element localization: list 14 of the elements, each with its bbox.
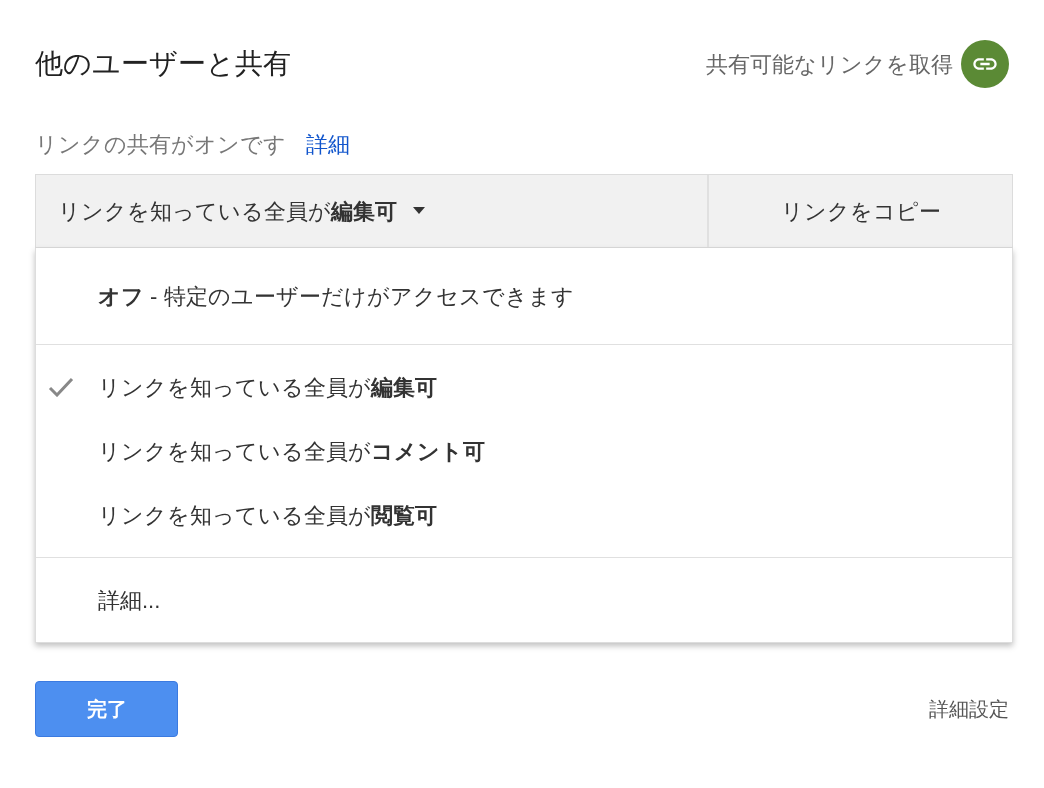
get-link-label[interactable]: 共有可能なリンクを取得 [706, 47, 953, 81]
link-icon[interactable] [961, 40, 1009, 88]
menu-item[interactable]: オフ - 特定のユーザーだけがアクセスできます [36, 264, 1012, 328]
details-link[interactable]: 詳細 [306, 127, 350, 161]
dialog-title: 他のユーザーと共有 [35, 47, 291, 81]
menu-item[interactable]: 詳細... [36, 568, 1012, 632]
menu-item[interactable]: リンクを知っている全員がコメント可 [36, 419, 1012, 483]
copy-link-button[interactable]: リンクをコピー [709, 175, 1012, 247]
sharing-status: リンクの共有がオンです [35, 130, 286, 159]
advanced-settings-link[interactable]: 詳細設定 [929, 694, 1009, 724]
menu-item[interactable]: リンクを知っている全員が編集可 [36, 355, 1012, 419]
checkmark-icon [48, 377, 74, 397]
menu-item[interactable]: リンクを知っている全員が閲覧可 [36, 483, 1012, 547]
caret-icon [413, 207, 425, 215]
